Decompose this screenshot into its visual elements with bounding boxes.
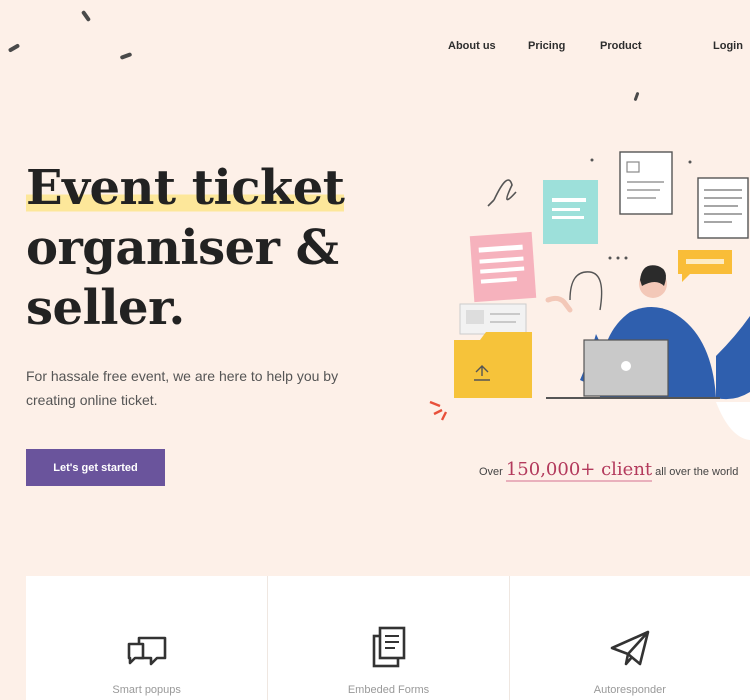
squiggle-decoration	[493, 179, 517, 201]
confetti-decoration	[633, 91, 640, 102]
hero-title-line-3: seller.	[26, 280, 185, 336]
hero-title: Event ticket organiser & seller.	[26, 158, 426, 338]
chat-bubbles-icon	[127, 636, 166, 666]
client-prefix: Over	[479, 466, 503, 478]
hero-title-line-2: organiser &	[26, 220, 339, 276]
speech-bubble	[678, 250, 732, 282]
pink-card	[469, 231, 537, 303]
feature-label: Smart popups	[112, 684, 181, 696]
client-count: 150,000+ client	[505, 459, 653, 482]
nav-about-link[interactable]: About us	[448, 40, 496, 52]
landing-page: About us Pricing Product Login Event tic…	[0, 0, 750, 700]
folder-icon	[454, 332, 532, 398]
documents-icon	[372, 626, 405, 668]
feature-label: Autoresponder	[593, 684, 666, 696]
teal-card	[543, 180, 598, 244]
hero-subtitle: For hassale free event, we are here to h…	[26, 368, 339, 408]
document-card	[619, 151, 673, 215]
features-section: Smart popups Embeded Forms Autoresponder	[26, 576, 750, 700]
feature-label: Embeded Forms	[347, 684, 430, 696]
nav-pricing-link[interactable]: Pricing	[528, 40, 565, 52]
get-started-button[interactable]: Let's get started	[26, 449, 165, 486]
document-card	[697, 177, 749, 239]
confetti-decoration	[119, 52, 133, 60]
confetti-decoration	[7, 43, 21, 53]
paper-plane-icon	[610, 630, 650, 666]
hero-title-line-1: Event ticket	[26, 160, 345, 216]
client-stat: Over 150,000+ client all over the world	[479, 460, 750, 482]
client-suffix: all over the world	[655, 466, 739, 478]
hero-illustration	[429, 151, 750, 440]
feature-embeded-forms[interactable]: Embeded Forms	[267, 576, 508, 700]
person-figure	[545, 265, 750, 400]
confetti-decoration	[80, 9, 92, 23]
login-link[interactable]: Login	[713, 40, 743, 52]
feature-autoresponder[interactable]: Autoresponder	[508, 576, 750, 700]
feature-smart-popups[interactable]: Smart popups	[26, 576, 267, 700]
nav-product-link[interactable]: Product	[600, 40, 642, 52]
